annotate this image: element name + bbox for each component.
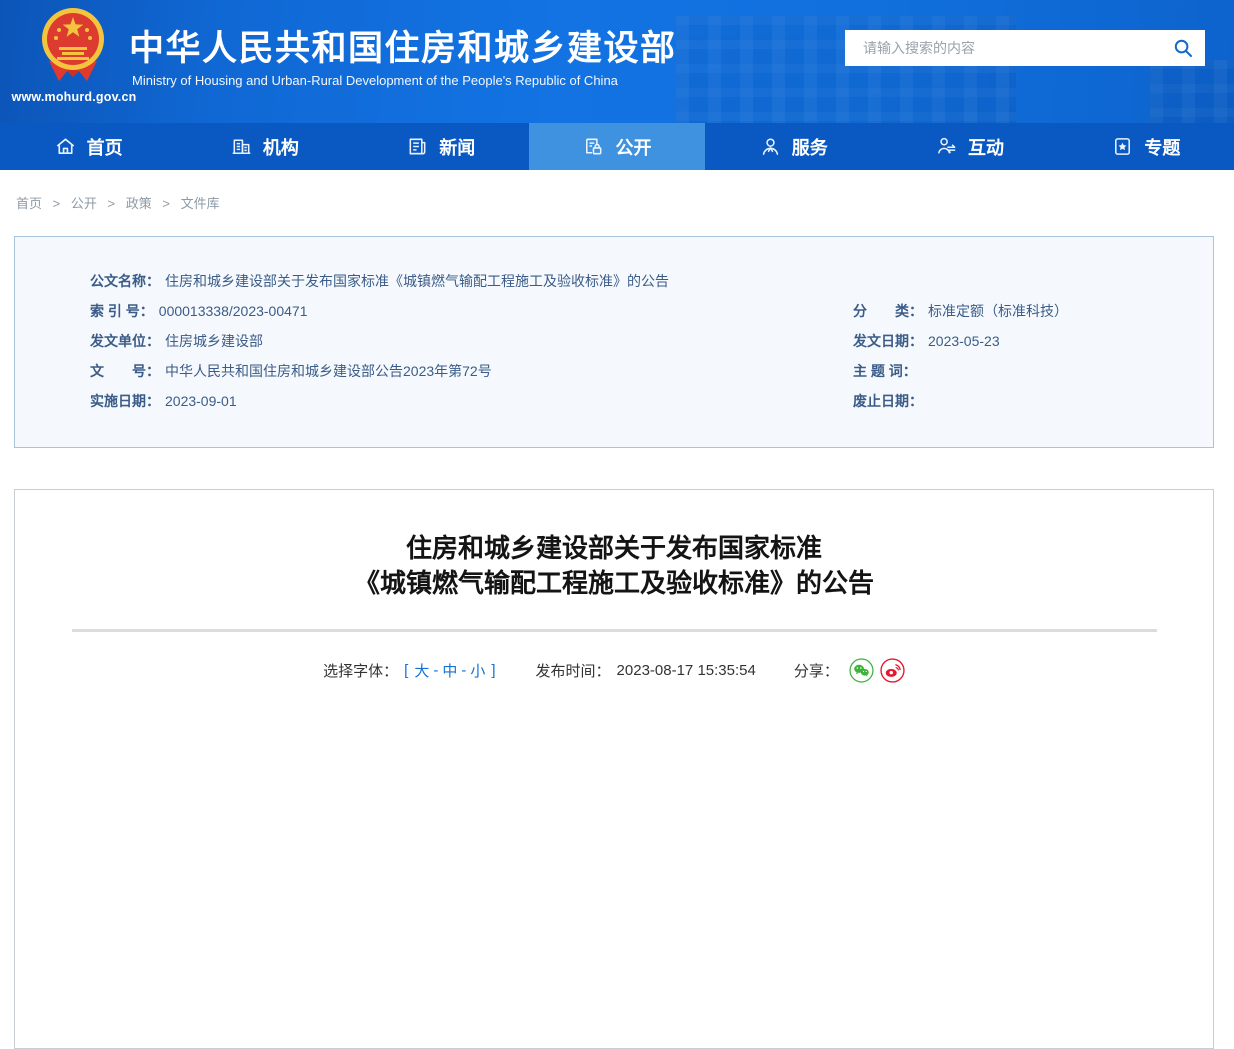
- search-input[interactable]: [845, 30, 1161, 66]
- wechat-share-icon: [849, 658, 874, 683]
- wechat-share-button[interactable]: [849, 658, 874, 683]
- search-button[interactable]: [1161, 30, 1205, 66]
- breadcrumb-separator: >: [107, 196, 116, 211]
- nav-item-label: 新闻: [439, 137, 476, 158]
- implementation-date-value: 2023-09-01: [165, 393, 237, 409]
- breadcrumb-item-home[interactable]: 首页: [16, 196, 42, 211]
- doc-number-value: 中华人民共和国住房和城乡建设部公告2023年第72号: [165, 363, 492, 379]
- breadcrumb-separator: >: [52, 196, 61, 211]
- font-bracket-open: [: [404, 662, 409, 679]
- weibo-share-button[interactable]: [880, 658, 905, 683]
- nav-item-services[interactable]: 服务: [705, 123, 881, 170]
- title-divider: [71, 629, 1157, 632]
- subject-words-label: 主 题 词：: [853, 363, 917, 379]
- nav-item-interaction[interactable]: 互动: [881, 123, 1057, 170]
- index-number-value: 000013338/2023-00471: [158, 303, 308, 319]
- article-panel: 住房和城乡建设部关于发布国家标准 《城镇燃气输配工程施工及验收标准》的公告 选择…: [14, 489, 1214, 1049]
- doc-title-value: 住房和城乡建设部关于发布国家标准《城镇燃气输配工程施工及验收标准》的公告: [165, 273, 669, 289]
- weibo-share-icon: [880, 658, 905, 683]
- breadcrumb-item-library[interactable]: 文件库: [181, 196, 220, 211]
- issue-date-label: 发文日期：: [853, 333, 923, 349]
- news-icon: [409, 138, 426, 155]
- publish-time-group: 发布时间： 2023-08-17 15:35:54: [536, 660, 756, 681]
- font-size-small-button[interactable]: 小: [470, 660, 485, 681]
- abolition-date-label: 废止日期：: [853, 393, 923, 409]
- site-header: www.mohurd.gov.cn 中华人民共和国住房和城乡建设部 Minist…: [0, 0, 1234, 123]
- info-row-issuer: 发文单位： 住房城乡建设部 发文日期： 2023-05-23: [90, 326, 1213, 356]
- site-url: www.mohurd.gov.cn: [11, 90, 137, 104]
- article-title-line2: 《城镇燃气输配工程施工及验收标准》的公告: [353, 568, 874, 598]
- article-meta-bar: 选择字体： [ 大 - 中 - 小 ] 发布时间： 2023-08-17 15:…: [15, 658, 1213, 683]
- nav-item-label: 公开: [615, 137, 652, 158]
- info-row-title: 公文名称： 住房和城乡建设部关于发布国家标准《城镇燃气输配工程施工及验收标准》的公…: [90, 266, 1213, 296]
- publish-time-value: 2023-08-17 15:35:54: [616, 662, 756, 679]
- nav-item-label: 专题: [1144, 137, 1181, 158]
- article-title-line1: 住房和城乡建设部关于发布国家标准: [405, 533, 822, 563]
- breadcrumb-item-disclosure[interactable]: 公开: [71, 196, 97, 211]
- font-size-dash: -: [433, 662, 439, 679]
- search-box: [845, 30, 1205, 66]
- font-bracket-close: ]: [491, 662, 496, 679]
- publish-time-label: 发布时间：: [535, 663, 611, 680]
- info-row-doc-number: 文 号： 中华人民共和国住房和城乡建设部公告2023年第72号 主 题 词：: [90, 356, 1213, 386]
- interaction-icon: [938, 137, 956, 154]
- national-emblem-logo: [42, 8, 104, 81]
- category-value: 标准定额（标准科技）: [928, 303, 1068, 319]
- nav-item-label: 首页: [86, 137, 123, 158]
- nav-item-news[interactable]: 新闻: [353, 123, 529, 170]
- breadcrumb: 首页 > 公开 > 政策 > 文件库: [16, 193, 1234, 212]
- main-navigation: 首页 机构 新闻 公开 服务 互动 专题: [0, 123, 1234, 170]
- nav-item-label: 机构: [262, 137, 299, 158]
- doc-number-label: 文 号：: [90, 363, 160, 379]
- nav-item-disclosure[interactable]: 公开: [528, 123, 706, 170]
- info-row-implementation: 实施日期： 2023-09-01 废止日期：: [90, 386, 1213, 416]
- info-row-index: 索 引 号： 000013338/2023-00471 分 类： 标准定额（标准科技…: [90, 296, 1213, 326]
- site-subtitle-english: Ministry of Housing and Urban-Rural Deve…: [132, 73, 618, 88]
- nav-item-label: 服务: [791, 137, 828, 158]
- doc-title-label: 公文名称：: [90, 273, 160, 289]
- site-title: 中华人民共和国住房和城乡建设部: [129, 29, 677, 68]
- index-number-label: 索 引 号：: [90, 303, 154, 319]
- font-size-dash: -: [461, 662, 467, 679]
- home-icon: [56, 138, 74, 155]
- font-select-label: 选择字体：: [323, 663, 399, 680]
- nav-item-topics[interactable]: 专题: [1058, 123, 1234, 170]
- implementation-date-label: 实施日期：: [90, 393, 160, 409]
- document-info-panel: 公文名称： 住房和城乡建设部关于发布国家标准《城镇燃气输配工程施工及验收标准》的公…: [14, 236, 1214, 448]
- category-label: 分 类：: [853, 303, 923, 319]
- article-title: 住房和城乡建设部关于发布国家标准 《城镇燃气输配工程施工及验收标准》的公告: [15, 531, 1213, 601]
- topics-icon: [1115, 138, 1131, 155]
- issuing-unit-label: 发文单位：: [90, 333, 160, 349]
- share-group: 分享：: [794, 658, 905, 683]
- nav-item-label: 互动: [968, 137, 1005, 158]
- share-label: 分享：: [793, 663, 839, 680]
- nav-item-home[interactable]: 首页: [0, 123, 176, 170]
- search-icon: [1174, 39, 1192, 57]
- font-size-large-button[interactable]: 大: [414, 660, 429, 681]
- breadcrumb-separator: >: [162, 196, 170, 211]
- service-icon: [762, 138, 778, 155]
- font-size-selector: 选择字体： [ 大 - 中 - 小 ]: [323, 660, 497, 681]
- issue-date-value: 2023-05-23: [928, 333, 1000, 349]
- header-building-background: [1150, 60, 1234, 123]
- nav-item-organization[interactable]: 机构: [176, 123, 352, 170]
- issuing-unit-value: 住房城乡建设部: [165, 333, 263, 349]
- organization-icon: [232, 139, 251, 154]
- breadcrumb-item-policy[interactable]: 政策: [126, 196, 152, 211]
- disclosure-icon: [586, 138, 602, 155]
- font-size-medium-button[interactable]: 中: [442, 660, 457, 681]
